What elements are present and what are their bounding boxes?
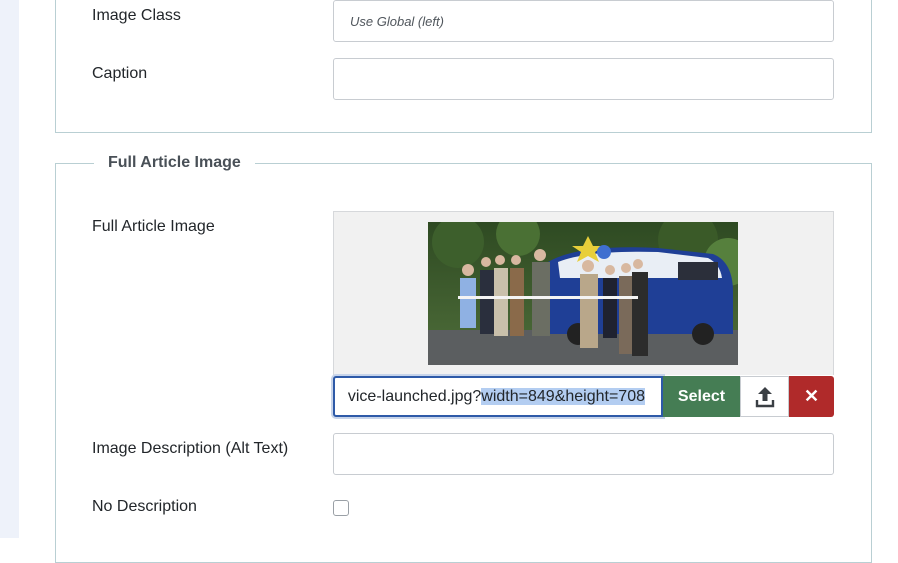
image-class-label: Image Class — [92, 7, 181, 24]
full-article-image-label: Full Article Image — [92, 218, 215, 235]
url-selected-part: width=849&height=708 — [481, 388, 645, 405]
image-class-select[interactable]: Use Global (left) — [333, 0, 834, 42]
close-icon: ✕ — [803, 386, 820, 406]
alt-text-input[interactable] — [333, 433, 834, 475]
select-image-button[interactable]: Select — [663, 376, 740, 417]
fieldset-legend: Full Article Image — [94, 151, 255, 175]
image-url-input[interactable]: vice-launched.jpg?width=849&height=708 — [333, 376, 663, 417]
clear-image-button[interactable]: ✕ — [789, 376, 834, 417]
caption-label: Caption — [92, 65, 148, 82]
image-url-text: vice-launched.jpg?width=849&height=708 — [348, 387, 645, 407]
no-description-checkbox[interactable] — [333, 500, 349, 516]
image-class-placeholder: Use Global (left) — [350, 14, 444, 29]
url-visible-part: vice-launched.jpg? — [347, 388, 482, 405]
upload-image-button[interactable] — [740, 376, 789, 417]
upload-icon — [755, 387, 775, 408]
image-preview-photo — [428, 222, 738, 365]
alt-text-label: Image Description (Alt Text) — [92, 440, 289, 457]
page-left-gutter — [0, 0, 19, 538]
no-description-label: No Description — [92, 498, 197, 515]
caption-input[interactable] — [333, 58, 834, 100]
